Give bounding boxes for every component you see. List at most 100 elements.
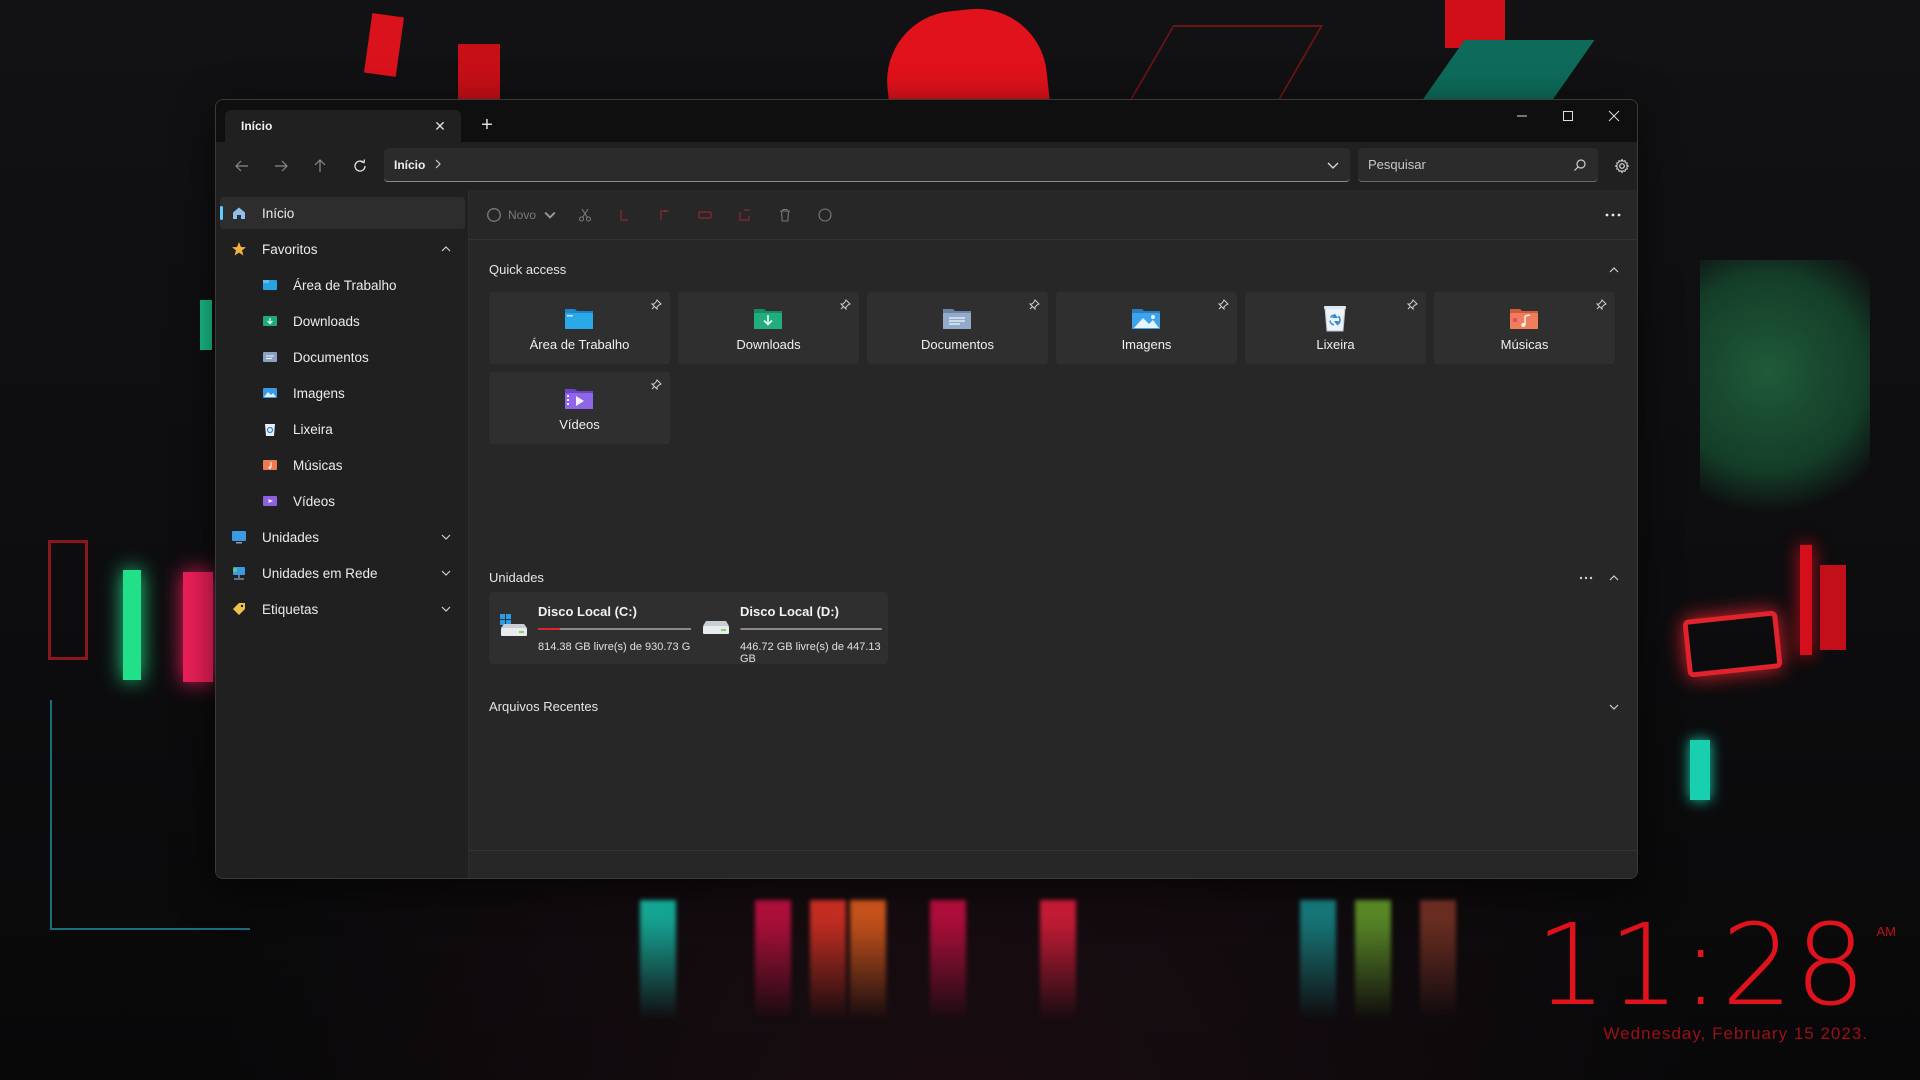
drive-space-info: 446.72 GB livre(s) de 447.13 GB — [740, 641, 881, 665]
search-box[interactable] — [1358, 148, 1598, 182]
paste-icon — [660, 210, 669, 220]
wallpaper-reflection — [1355, 900, 1391, 1020]
recycle-bin-icon — [1319, 304, 1351, 332]
navigation-bar: Início — [216, 142, 1637, 190]
quick-access-card-desktop[interactable]: Área de Trabalho — [489, 292, 670, 364]
quick-access-card-pictures[interactable]: Imagens — [1056, 292, 1237, 364]
quick-access-card-videos[interactable]: Vídeos — [489, 372, 670, 444]
chevron-down-icon[interactable] — [1606, 699, 1622, 715]
maximize-button[interactable] — [1545, 100, 1591, 132]
sidebar-item-favorites[interactable]: Favoritos — [220, 233, 465, 265]
sidebar: Início Favoritos Área de Trabalho Downlo… — [216, 190, 469, 878]
drive-card-d[interactable]: Disco Local (D:) 446.72 GB livre(s) de 4… — [691, 592, 888, 665]
sidebar-item-tags[interactable]: Etiquetas — [220, 593, 465, 625]
up-button[interactable] — [306, 152, 334, 180]
arrow-right-icon — [275, 160, 288, 172]
chevron-up-icon[interactable] — [1606, 262, 1622, 278]
address-dropdown-button[interactable] — [1324, 156, 1342, 174]
quick-access-card-recycle-bin[interactable]: Lixeira — [1245, 292, 1426, 364]
clock-ampm: AM — [1876, 924, 1897, 939]
breadcrumb-item-home[interactable]: Início — [394, 158, 425, 172]
delete-button[interactable] — [771, 201, 799, 229]
sidebar-item-videos[interactable]: Vídeos — [220, 485, 465, 517]
windows-drive-icon — [500, 614, 527, 636]
forward-button[interactable] — [267, 152, 295, 180]
pictures-folder-icon — [1130, 304, 1162, 332]
share-button[interactable] — [731, 201, 759, 229]
copy-button[interactable] — [611, 201, 639, 229]
chevron-down-icon[interactable] — [439, 530, 453, 544]
wallpaper-neon-sign — [1682, 610, 1783, 678]
quick-access-card-downloads[interactable]: Downloads — [678, 292, 859, 364]
drive-icon — [703, 621, 729, 634]
settings-button[interactable] — [1608, 152, 1636, 180]
rename-icon — [698, 211, 712, 219]
search-icon[interactable] — [1572, 157, 1588, 173]
network-icon — [230, 564, 248, 582]
chevron-down-icon[interactable] — [439, 566, 453, 580]
pin-icon[interactable] — [1594, 298, 1608, 312]
drive-name: Disco Local (D:) — [740, 604, 839, 619]
search-input[interactable] — [1368, 157, 1572, 172]
wallpaper-reflection — [1040, 900, 1076, 1020]
sidebar-item-pictures[interactable]: Imagens — [220, 377, 465, 409]
gear-icon — [1614, 158, 1630, 174]
tab-label: Início — [241, 119, 273, 133]
chevron-up-icon[interactable] — [439, 242, 453, 256]
close-window-button[interactable] — [1591, 100, 1637, 132]
drives-more-button[interactable] — [1576, 570, 1596, 586]
sidebar-item-desktop[interactable]: Área de Trabalho — [220, 269, 465, 301]
desktop-clock: 11:28 AM Wednesday, February 15 2023. — [1535, 910, 1896, 1044]
sidebar-item-label: Downloads — [293, 313, 360, 329]
pin-icon[interactable] — [1027, 298, 1041, 312]
quick-access-card-documents[interactable]: Documentos — [867, 292, 1048, 364]
new-tab-button[interactable]: + — [474, 112, 500, 138]
circle-icon — [818, 208, 832, 222]
new-button[interactable]: Novo — [483, 201, 561, 229]
minimize-icon — [1517, 115, 1527, 117]
sidebar-item-documents[interactable]: Documentos — [220, 341, 465, 373]
sidebar-item-drives[interactable]: Unidades — [220, 521, 465, 553]
ellipsis-icon — [1605, 213, 1621, 217]
circle-icon — [487, 208, 501, 222]
properties-button[interactable] — [811, 201, 839, 229]
sidebar-item-label: Área de Trabalho — [293, 277, 397, 293]
sidebar-item-home[interactable]: Início — [220, 197, 465, 229]
rename-button[interactable] — [691, 201, 719, 229]
close-icon — [1608, 110, 1620, 122]
more-options-button[interactable] — [1599, 201, 1627, 229]
documents-folder-icon — [261, 348, 279, 366]
chevron-down-icon[interactable] — [439, 602, 453, 616]
address-bar[interactable]: Início — [384, 148, 1350, 182]
pin-icon[interactable] — [838, 298, 852, 312]
tab-home[interactable]: Início ✕ — [225, 110, 461, 142]
sidebar-item-music[interactable]: Músicas — [220, 449, 465, 481]
wallpaper-tree — [1700, 260, 1870, 540]
desktop-folder-icon — [261, 276, 279, 294]
sidebar-item-network-drives[interactable]: Unidades em Rede — [220, 557, 465, 589]
drive-name: Disco Local (C:) — [538, 604, 637, 619]
sidebar-item-label: Vídeos — [293, 493, 336, 509]
pin-icon[interactable] — [1216, 298, 1230, 312]
quick-access-label: Lixeira — [1316, 337, 1355, 352]
close-tab-icon[interactable]: ✕ — [431, 117, 449, 135]
paste-button[interactable] — [651, 201, 679, 229]
chevron-right-icon[interactable] — [433, 158, 443, 172]
sidebar-item-label: Músicas — [293, 457, 343, 473]
back-button[interactable] — [228, 152, 256, 180]
refresh-button[interactable] — [346, 152, 374, 180]
pin-icon[interactable] — [1405, 298, 1419, 312]
new-button-label: Novo — [507, 208, 536, 222]
music-folder-icon — [1508, 304, 1540, 332]
minimize-button[interactable] — [1499, 100, 1545, 132]
sidebar-item-recycle-bin[interactable]: Lixeira — [220, 413, 465, 445]
pin-icon[interactable] — [649, 378, 663, 392]
chevron-up-icon[interactable] — [1606, 570, 1622, 586]
pin-icon[interactable] — [649, 298, 663, 312]
quick-access-card-music[interactable]: Músicas — [1434, 292, 1615, 364]
wallpaper-shape — [48, 540, 88, 660]
cut-button[interactable] — [571, 201, 599, 229]
chevron-down-icon — [1327, 162, 1339, 169]
wallpaper-reflection — [755, 900, 791, 1020]
sidebar-item-downloads[interactable]: Downloads — [220, 305, 465, 337]
